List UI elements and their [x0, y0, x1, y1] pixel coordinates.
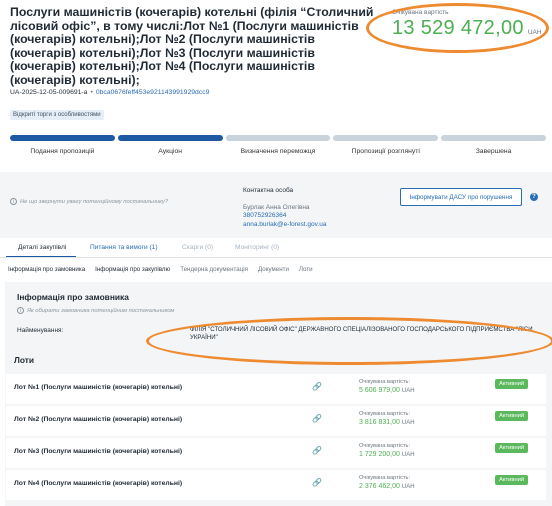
stage-label: Визначення переможця: [240, 148, 316, 155]
tender-hash-link[interactable]: 0bca0676feff453e921143991929dcc9: [96, 89, 210, 96]
stage-bar-winner: [225, 135, 331, 141]
lot-expected-value: 3 816 831,00 UAH: [359, 419, 415, 426]
lot-row[interactable]: Лот №2 (Послуги машиністів (кочегарів) к…: [6, 406, 546, 436]
contact-phone[interactable]: 380752926364: [243, 212, 326, 221]
lot-name[interactable]: Лот №4 (Послуги машиністів (кочегарів) к…: [14, 480, 182, 487]
expected-value-currency: UAH: [527, 29, 542, 36]
tab-monitoring[interactable]: Моніторинг (0): [235, 244, 279, 251]
lot-status-badge: Активний: [495, 475, 529, 485]
stage-bar-completed: [441, 135, 546, 141]
info-icon: i: [10, 198, 17, 205]
lots-heading: Лоти: [14, 355, 35, 365]
lot-expected-amount: 2 376 462,00: [359, 483, 400, 490]
lot-expected-value: 5 606 979,00 UAH: [359, 387, 415, 394]
supplier-warning-text: Не що звернути увагу потенційному постач…: [20, 198, 168, 205]
id-separator: •: [90, 89, 93, 96]
stage-progress: [10, 135, 546, 141]
customer-name-label: Найменування:: [17, 327, 64, 334]
lot-name[interactable]: Лот №1 (Послуги машиністів (кочегарів) к…: [14, 384, 182, 391]
tabs-divider: [0, 257, 552, 258]
stage-bar-submission: [10, 135, 115, 141]
expected-value: 13 529 472,00 UAH: [392, 17, 542, 40]
lot-status-badge: Активний: [495, 411, 529, 421]
lot-expected-amount: 5 606 979,00: [359, 387, 400, 394]
lot-currency: UAH: [401, 388, 415, 394]
customer-name-value: ФІЛІЯ "СТОЛИЧНИЙ ЛІСОВИЙ ОФІС" ДЕРЖАВНОГ…: [190, 326, 533, 341]
lot-currency: UAH: [401, 420, 415, 426]
tab-questions[interactable]: Питання та вимоги (1): [90, 244, 158, 251]
customer-warning-link[interactable]: i Як обирати замовника потенційним поста…: [17, 307, 174, 314]
lot-status-badge: Активний: [495, 443, 529, 453]
lot-name[interactable]: Лот №3 (Послуги машиністів (кочегарів) к…: [14, 448, 182, 455]
customer-heading: Інформація про замовника: [17, 292, 129, 302]
supplier-warning-link[interactable]: i Не що звернути увагу потенційному пост…: [10, 198, 168, 205]
link-icon[interactable]: 🔗: [312, 382, 322, 391]
lot-row[interactable]: Лот №1 (Послуги машиністів (кочегарів) к…: [6, 374, 546, 404]
contact-block: Контактна особа Бурлак Анна Олегівна 380…: [243, 187, 326, 229]
lot-currency: UAH: [401, 484, 415, 490]
customer-warning-text: Як обирати замовника потенційним постача…: [27, 307, 175, 314]
lot-status-badge: Активний: [495, 379, 529, 389]
stage-bar-reviewed: [333, 135, 439, 141]
link-icon[interactable]: 🔗: [312, 414, 322, 423]
expected-value-label: Очікувана вартість: [392, 9, 449, 16]
stage-label: Подання пропозицій: [30, 148, 95, 155]
tender-identifier: UA-2025-12-05-009691-a • 0bca0676feff453e9…: [10, 89, 209, 96]
lot-expected-label: Очікувана вартість:: [359, 379, 411, 385]
link-icon[interactable]: 🔗: [312, 446, 322, 455]
subtab-lots[interactable]: Лоти: [299, 266, 313, 273]
tab-complaints[interactable]: Скарги (0): [182, 244, 213, 251]
stage-label: Пропозиції розглянуті: [351, 148, 420, 155]
lot-expected-label: Очікувана вартість:: [359, 475, 411, 481]
subtab-documentation[interactable]: Тендерна документація: [180, 266, 248, 273]
subtab-procurement[interactable]: Інформація про закупівлю: [95, 266, 170, 273]
lot-expected-value: 2 376 462,00 UAH: [359, 483, 415, 490]
lot-expected-label: Очікувана вартість:: [359, 443, 411, 449]
report-violation-button[interactable]: Інформувати ДАСУ про порушення: [400, 188, 522, 206]
lot-expected-amount: 3 816 831,00: [359, 419, 400, 426]
lot-currency: UAH: [401, 452, 415, 458]
lot-expected-label: Очікувана вартість:: [359, 411, 411, 417]
link-icon[interactable]: 🔗: [312, 478, 322, 487]
contact-name: Бурлак Анна Олегівна: [243, 203, 310, 211]
tender-id: UA-2025-12-05-009691-a: [10, 89, 88, 96]
main-tabs: Деталі закупівлі Питання та вимоги (1) С…: [0, 238, 552, 258]
expected-value-amount: 13 529 472,00: [392, 17, 524, 39]
contact-heading: Контактна особа: [243, 187, 294, 194]
lot-row[interactable]: Лот №3 (Послуги машиністів (кочегарів) к…: [6, 438, 546, 468]
subtab-documents[interactable]: Документи: [258, 266, 289, 273]
subtab-customer[interactable]: Інформація про замовника: [8, 266, 85, 273]
info-icon: i: [17, 307, 24, 314]
lot-row[interactable]: Лот №4 (Послуги машиністів (кочегарів) к…: [6, 470, 546, 500]
contact-email[interactable]: anna.burlak@e-forest.gov.ua: [243, 221, 326, 230]
lot-expected-amount: 1 729 200,00: [359, 451, 400, 458]
lot-expected-value: 1 729 200,00 UAH: [359, 451, 415, 458]
stage-bar-auction: [117, 135, 223, 141]
help-icon[interactable]: ?: [530, 193, 538, 201]
tab-details[interactable]: Деталі закупівлі: [6, 238, 77, 258]
stage-labels: Подання пропозицій Аукціон Визначення пе…: [10, 148, 546, 155]
lot-name[interactable]: Лот №2 (Послуги машиністів (кочегарів) к…: [14, 416, 182, 423]
tender-title: Послуги машиністів (кочегарів) котельні …: [10, 5, 374, 87]
stage-label: Завершена: [475, 148, 512, 155]
procedure-type-badge: Відкриті торги з особливостями: [10, 110, 104, 120]
stage-label: Аукціон: [158, 148, 183, 155]
section-nav: Інформація про замовника Інформація про …: [8, 266, 313, 273]
